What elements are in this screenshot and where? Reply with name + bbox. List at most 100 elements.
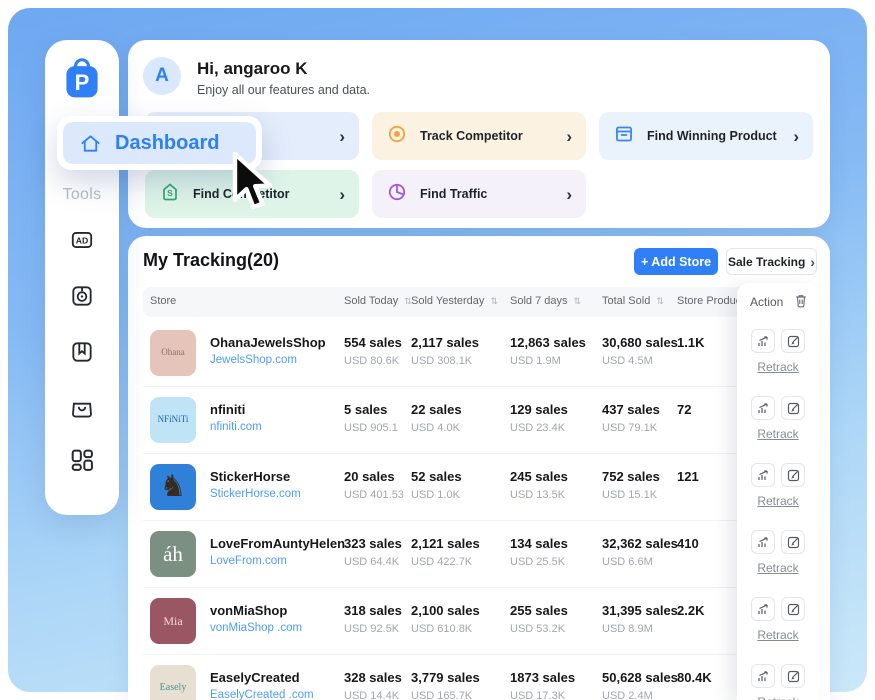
trash-icon[interactable] — [794, 293, 808, 313]
svg-text:AD: AD — [76, 235, 89, 245]
analytics-icon-button[interactable] — [751, 664, 775, 688]
action-row: Retrack — [737, 655, 819, 700]
feature-button-find-winning-product[interactable]: Find Winning Product › — [599, 112, 813, 160]
chevron-right-icon: › — [566, 186, 572, 203]
store-domain-link[interactable]: JewelsShop.com — [210, 354, 297, 366]
chevron-right-icon: › — [339, 128, 345, 145]
sidebar: P Tools AD — [45, 40, 119, 515]
store-name: LoveFromAuntyHelen — [210, 536, 345, 551]
store-name: nfiniti — [210, 402, 245, 417]
table-row: NFiNiTi nfiniti nfiniti.com 5 sales USD … — [143, 387, 817, 454]
column-header-sold-7-days[interactable]: Sold 7 days ⇅ — [510, 295, 581, 307]
retrack-link[interactable]: Retrack — [737, 561, 819, 575]
store-logo: Ohana — [150, 330, 196, 376]
table-row: Ohana OhanaJewelsShop JewelsShop.com 554… — [143, 320, 817, 387]
edit-icon-button[interactable] — [781, 530, 805, 554]
retrack-link[interactable]: Retrack — [737, 427, 819, 441]
store-domain-link[interactable]: vonMiaShop .com — [210, 622, 302, 634]
sidebar-item-product-research[interactable] — [68, 282, 96, 310]
nav-item-label: Dashboard — [115, 132, 219, 155]
svg-text:P: P — [75, 70, 90, 95]
store-table-body: Ohana OhanaJewelsShop JewelsShop.com 554… — [143, 320, 817, 700]
action-column-panel: Action — [737, 283, 819, 700]
edit-icon-button[interactable] — [781, 597, 805, 621]
edit-icon-button[interactable] — [781, 664, 805, 688]
store-domain-link[interactable]: EaselyCreated .com — [210, 689, 314, 700]
chevron-right-icon: › — [566, 128, 572, 145]
store-logo: Mia — [150, 598, 196, 644]
greeting-title: Hi, angaroo K — [197, 59, 308, 79]
retrack-link[interactable]: Retrack — [737, 360, 819, 374]
product-box-icon — [613, 123, 635, 150]
svg-text:S: S — [167, 188, 173, 198]
store-domain-link[interactable]: StickerHorse.com — [210, 488, 301, 500]
tracking-title: My Tracking(20) — [143, 250, 279, 271]
add-store-button[interactable]: + Add Store — [634, 248, 718, 275]
store-name: OhanaJewelsShop — [210, 335, 326, 350]
table-row: Mia vonMiaShop vonMiaShop .com 318 sales… — [143, 588, 817, 655]
table-row: áh LoveFromAuntyHelen LoveFrom.com 323 … — [143, 521, 817, 588]
sidebar-item-apps[interactable] — [68, 446, 96, 474]
analytics-icon-button[interactable] — [751, 329, 775, 353]
store-name: vonMiaShop — [210, 603, 287, 618]
store-logo: Easely — [150, 665, 196, 700]
cursor-pointer — [226, 150, 278, 221]
chevron-right-icon: › — [793, 128, 799, 145]
store-products-cell: 410 — [677, 536, 699, 551]
action-row: Retrack — [737, 454, 819, 521]
store-domain-link[interactable]: LoveFrom.com — [210, 555, 287, 567]
feature-button-track-competitor[interactable]: Track Competitor › — [372, 112, 586, 160]
store-products-cell: 80.4K — [677, 670, 712, 685]
retrack-link[interactable]: Retrack — [737, 494, 819, 508]
edit-icon-button[interactable] — [781, 329, 805, 353]
app-logo: P — [45, 56, 119, 102]
column-header-action: Action — [750, 295, 783, 309]
store-name: EaselyCreated — [210, 670, 300, 685]
target-icon — [386, 123, 408, 150]
my-tracking-card: My Tracking(20) + Add Store Sale Trackin… — [128, 236, 830, 700]
edit-icon-button[interactable] — [781, 396, 805, 420]
store-domain-link[interactable]: nfiniti.com — [210, 421, 262, 433]
chevron-right-icon: › — [810, 254, 815, 270]
home-icon — [79, 132, 102, 155]
store-name: StickerHorse — [210, 469, 290, 484]
column-header-sold-today[interactable]: Sold Today ⇅ — [344, 295, 412, 307]
pie-chart-icon — [386, 181, 408, 208]
store-products-cell: 1.1K — [677, 335, 704, 350]
column-header-store: Store — [150, 295, 176, 307]
feature-label: Track Competitor — [420, 129, 554, 143]
feature-label: Find Traffic — [420, 187, 554, 201]
sale-tracking-button[interactable]: Sale Tracking › — [726, 248, 817, 275]
analytics-icon-button[interactable] — [751, 597, 775, 621]
table-row: ♞ StickerHorse StickerHorse.com 20 sales… — [143, 454, 817, 521]
store-logo: NFiNiTi — [150, 397, 196, 443]
avatar[interactable]: A — [143, 57, 181, 95]
action-row: Retrack — [737, 588, 819, 655]
sort-icon: ⇅ — [490, 296, 498, 306]
chevron-right-icon: › — [339, 186, 345, 203]
store-logo: ♞ — [150, 464, 196, 510]
greeting-subtitle: Enjoy all our features and data. — [197, 83, 370, 97]
store-products-cell: 121 — [677, 469, 699, 484]
analytics-icon-button[interactable] — [751, 396, 775, 420]
action-row: Retrack — [737, 521, 819, 588]
feature-button-find-traffic[interactable]: Find Traffic › — [372, 170, 586, 218]
edit-icon-button[interactable] — [781, 463, 805, 487]
sidebar-item-store[interactable] — [68, 394, 96, 422]
retrack-link[interactable]: Retrack — [737, 628, 819, 642]
analytics-icon-button[interactable] — [751, 463, 775, 487]
dollar-shop-icon: S — [159, 181, 181, 208]
column-header-sold-yesterday[interactable]: Sold Yesterday ⇅ — [411, 295, 498, 307]
sort-icon: ⇅ — [656, 296, 664, 306]
analytics-icon-button[interactable] — [751, 530, 775, 554]
column-header-total-sold[interactable]: Total Sold ⇅ — [602, 295, 664, 307]
sort-icon: ⇅ — [574, 296, 582, 306]
store-products-cell: 72 — [677, 402, 691, 417]
store-products-cell: 2.2K — [677, 603, 704, 618]
table-row: Easely EaselyCreated EaselyCreated .com … — [143, 655, 817, 700]
action-row: Retrack — [737, 320, 819, 387]
sidebar-item-saved[interactable] — [68, 338, 96, 366]
action-row: Retrack — [737, 387, 819, 454]
sidebar-item-ads[interactable]: AD — [68, 226, 96, 254]
retrack-link[interactable]: Retrack — [737, 695, 819, 700]
